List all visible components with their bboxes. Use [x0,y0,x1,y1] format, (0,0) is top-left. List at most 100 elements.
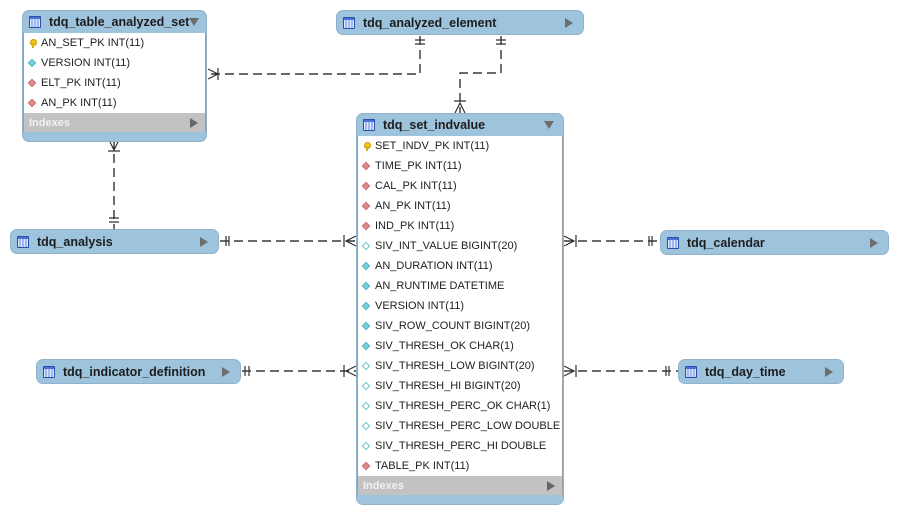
table-header[interactable]: tdq_table_analyzed_set [23,11,206,33]
nullable-column-icon [362,362,371,371]
table-icon [685,365,697,378]
foreign-key-icon [362,162,371,171]
column-label: SIV_THRESH_PERC_HI DOUBLE [375,440,547,452]
column-row[interactable]: SIV_THRESH_OK CHAR(1) [358,336,562,356]
indexes-section[interactable]: Indexes [357,476,563,495]
not-null-column-icon [362,282,371,291]
table-header[interactable]: tdq_indicator_definition [37,360,240,383]
table-name: tdq_table_analyzed_set [49,15,190,29]
column-label: VERSION INT(11) [41,57,131,69]
nullable-column-icon [362,442,371,451]
column-row[interactable]: TABLE_PK INT(11) [358,456,562,476]
foreign-key-icon [362,182,371,191]
column-label: SIV_INT_VALUE BIGINT(20) [375,240,518,252]
column-row[interactable]: VERSION INT(11) [358,296,562,316]
not-null-column-icon [362,302,371,311]
column-row[interactable]: SIV_THRESH_HI BIGINT(20) [358,376,562,396]
column-row[interactable]: SIV_THRESH_LOW BIGINT(20) [358,356,562,376]
table-tdq-indicator-definition[interactable]: tdq_indicator_definition [36,359,241,384]
primary-key-icon [362,141,371,151]
foreign-key-icon [28,99,37,108]
column-row[interactable]: SIV_THRESH_PERC_LOW DOUBLE [358,416,562,436]
table-name: tdq_analysis [37,234,113,249]
table-footer [357,495,563,504]
column-label: SIV_THRESH_PERC_LOW DOUBLE [375,420,561,432]
column-label: SIV_THRESH_OK CHAR(1) [375,340,514,352]
column-label: AN_DURATION INT(11) [375,260,493,272]
table-name: tdq_analyzed_element [363,15,497,30]
one-marker [109,217,119,223]
table-tdq-analyzed-element[interactable]: tdq_analyzed_element [336,10,584,35]
column-label: SIV_THRESH_PERC_OK CHAR(1) [375,400,551,412]
table-name: tdq_indicator_definition [63,364,206,379]
nullable-column-icon [362,402,371,411]
indexes-section[interactable]: Indexes [23,113,206,132]
table-name: tdq_day_time [705,364,786,379]
indexes-label: Indexes [29,116,70,129]
foreign-key-icon [28,79,37,88]
column-label: AN_PK INT(11) [41,97,117,109]
nullable-column-icon [362,242,371,251]
column-list: AN_SET_PK INT(11) VERSION INT(11) ELT_PK… [23,33,206,113]
expand-arrow-icon[interactable] [190,117,198,128]
column-label: AN_SET_PK INT(11) [41,37,145,49]
expand-arrow-icon[interactable] [870,237,878,248]
column-row[interactable]: SIV_ROW_COUNT BIGINT(20) [358,316,562,336]
expand-arrow-icon[interactable] [222,366,230,377]
column-row[interactable]: TIME_PK INT(11) [358,156,562,176]
expand-arrow-icon[interactable] [825,366,833,377]
column-label: TIME_PK INT(11) [375,160,462,172]
expand-arrow-icon[interactable] [200,236,208,247]
table-tdq-analysis[interactable]: tdq_analysis [10,229,219,254]
expand-arrow-icon[interactable] [565,17,573,28]
foreign-key-icon [362,222,371,231]
column-row[interactable]: AN_DURATION INT(11) [358,256,562,276]
rel-analyzed-element-table-analyzed-set [208,36,421,75]
column-label: SIV_ROW_COUNT BIGINT(20) [375,320,531,332]
column-label: SIV_THRESH_HI BIGINT(20) [375,380,521,392]
table-tdq-set-indvalue[interactable]: tdq_set_indvalue SET_INDV_PK INT(11) TIM… [356,113,564,505]
column-row[interactable]: AN_PK INT(11) [358,196,562,216]
column-row[interactable]: VERSION INT(11) [24,53,205,73]
not-null-column-icon [362,342,371,351]
table-header[interactable]: tdq_set_indvalue [357,114,563,136]
table-header[interactable]: tdq_analyzed_element [337,11,583,34]
column-label: CAL_PK INT(11) [375,180,457,192]
column-row[interactable]: IND_PK INT(11) [358,216,562,236]
table-header[interactable]: tdq_analysis [11,230,218,253]
nullable-column-icon [362,382,371,391]
foreign-key-icon [362,202,371,211]
table-tdq-table-analyzed-set[interactable]: tdq_table_analyzed_set AN_SET_PK INT(11)… [22,10,207,142]
foreign-key-icon [362,462,371,471]
column-row[interactable]: AN_PK INT(11) [24,93,205,113]
column-label: AN_RUNTIME DATETIME [375,280,505,292]
column-label: TABLE_PK INT(11) [375,460,470,472]
not-null-column-icon [362,322,371,331]
column-row[interactable]: SIV_INT_VALUE BIGINT(20) [358,236,562,256]
table-tdq-day-time[interactable]: tdq_day_time [678,359,844,384]
primary-key-icon [28,38,37,48]
rel-analyzed-element-set-indvalue [459,36,502,113]
column-row[interactable]: SIV_THRESH_PERC_OK CHAR(1) [358,396,562,416]
nullable-column-icon [362,422,371,431]
column-row[interactable]: SIV_THRESH_PERC_HI DOUBLE [358,436,562,456]
collapse-arrow-icon[interactable] [189,18,200,26]
column-row[interactable]: SET_INDV_PK INT(11) [358,136,562,156]
column-label: SIV_THRESH_LOW BIGINT(20) [375,360,535,372]
column-label: ELT_PK INT(11) [41,77,121,89]
table-footer [23,132,206,141]
column-row[interactable]: AN_RUNTIME DATETIME [358,276,562,296]
table-tdq-calendar[interactable]: tdq_calendar [660,230,889,255]
column-row[interactable]: CAL_PK INT(11) [358,176,562,196]
column-row[interactable]: AN_SET_PK INT(11) [24,33,205,53]
table-header[interactable]: tdq_day_time [679,360,843,383]
table-icon [29,16,41,28]
table-name: tdq_calendar [687,235,765,250]
column-row[interactable]: ELT_PK INT(11) [24,73,205,93]
not-null-column-icon [28,59,37,68]
not-null-column-icon [362,262,371,271]
table-header[interactable]: tdq_calendar [661,231,888,254]
table-icon [363,119,375,131]
collapse-arrow-icon[interactable] [544,121,554,129]
expand-arrow-icon[interactable] [547,480,555,491]
